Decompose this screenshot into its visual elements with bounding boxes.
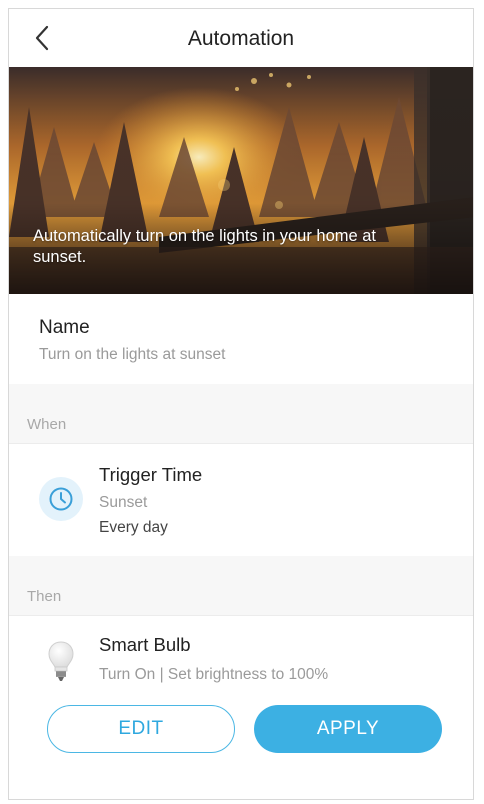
hero-caption: Automatically turn on the lights in your… — [33, 227, 377, 266]
clock-icon — [39, 477, 83, 521]
section-label-then: Then — [27, 588, 62, 605]
apply-button[interactable]: APPLY — [254, 705, 442, 753]
action-device-name: Smart Bulb — [99, 634, 191, 655]
sunset-hero-image: Automatically turn on the lights in your… — [9, 67, 473, 294]
action-detail: Turn On | Set brightness to 100% — [99, 666, 329, 683]
name-label: Name — [39, 317, 90, 338]
app-screen: Automation Automatically turn on the lig… — [8, 8, 474, 800]
trigger-time-row[interactable]: Trigger Time Sunset Every day — [9, 444, 473, 556]
page-title: Automation — [187, 27, 295, 50]
section-label-when: When — [27, 416, 67, 433]
top-bar: Automation — [9, 9, 473, 67]
section-header-then: Then — [9, 556, 473, 616]
light-bulb-icon — [47, 640, 75, 684]
trigger-title: Trigger Time — [99, 464, 203, 485]
automation-name-row[interactable]: Name Turn on the lights at sunset — [9, 294, 473, 384]
section-header-when: When — [9, 384, 473, 444]
name-value: Turn on the lights at sunset — [39, 346, 226, 363]
trigger-time-value: Sunset — [99, 494, 148, 511]
trigger-repeat-value: Every day — [99, 519, 168, 536]
action-smart-bulb-row[interactable]: Smart Bulb Turn On | Set brightness to 1… — [9, 616, 473, 696]
edit-button[interactable]: EDIT — [47, 705, 235, 753]
